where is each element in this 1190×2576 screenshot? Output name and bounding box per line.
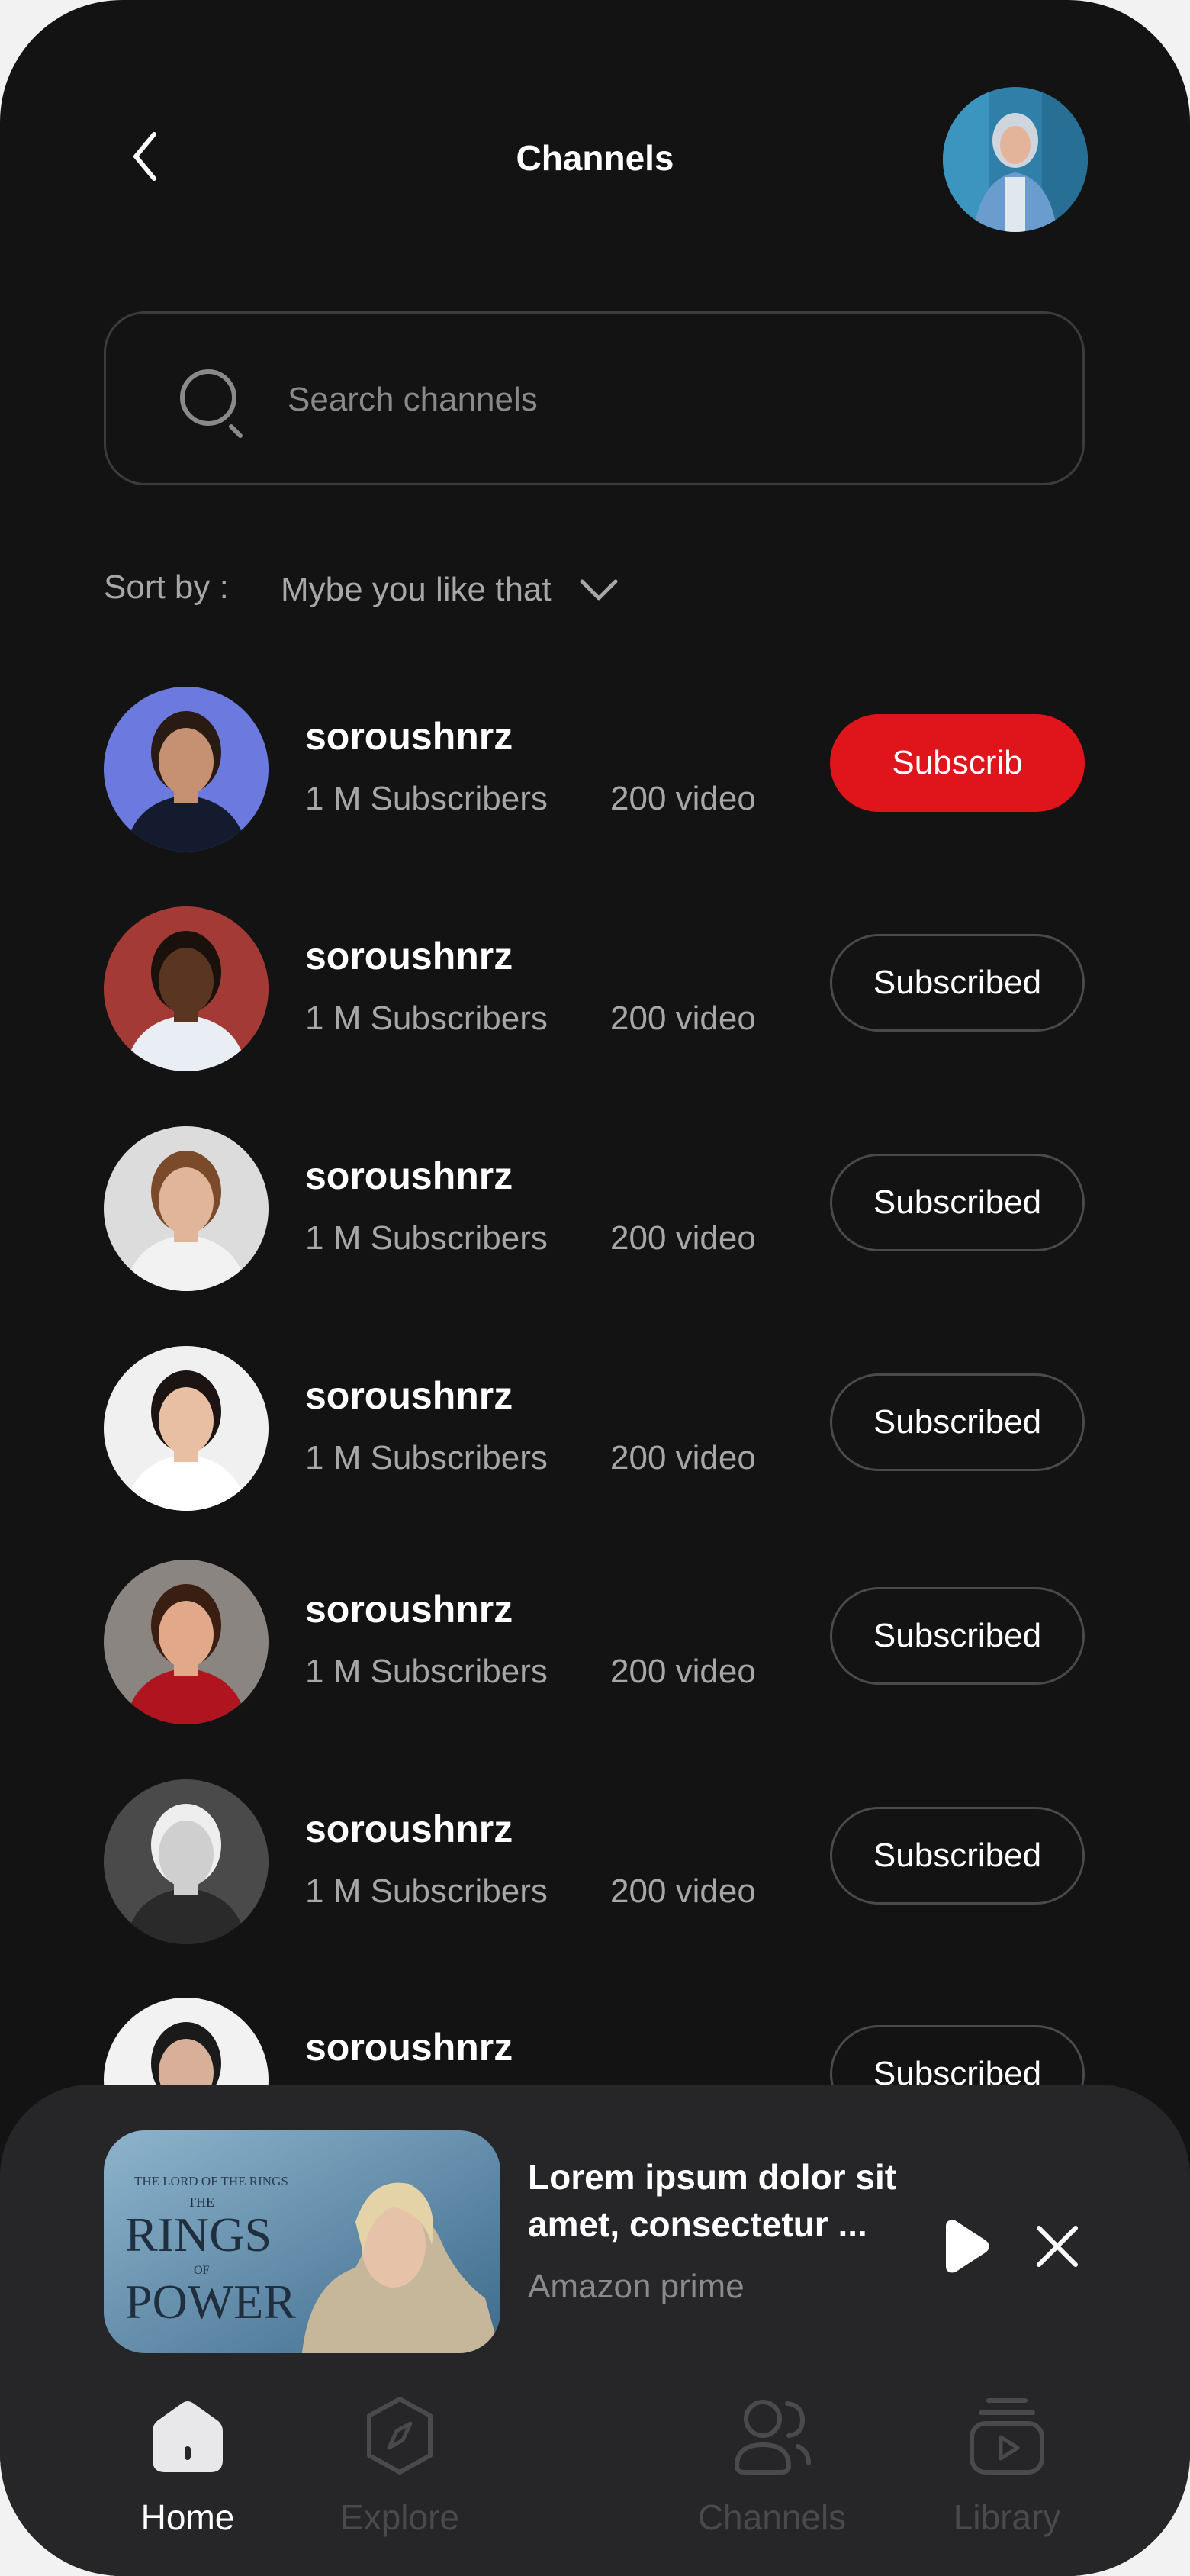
nav-channels[interactable]: Channels xyxy=(673,2390,871,2558)
nav-label: Channels xyxy=(697,2497,847,2537)
svg-text:RINGS: RINGS xyxy=(125,2207,272,2262)
subscriber-count: 1 M Subscribers xyxy=(305,1872,548,1910)
subscribed-button[interactable]: Subscribed xyxy=(830,1154,1085,1251)
nav-label: Home xyxy=(140,2497,235,2537)
svg-text:POWER: POWER xyxy=(125,2275,296,2329)
channel-avatar[interactable] xyxy=(104,1998,269,2091)
mini-player-title[interactable]: Lorem ipsum dolor sit amet, consectetur … xyxy=(528,2153,925,2248)
channel-row[interactable]: soroushnrz 1 M Subscribers 200 video Subscr… xyxy=(0,906,1190,1074)
channel-row[interactable]: soroushnrz 1 M Subscribers 200 video Subscr… xyxy=(0,1346,1190,1514)
video-count: 200 video xyxy=(610,1872,756,1910)
video-count: 200 video xyxy=(610,1219,756,1257)
channel-avatar[interactable] xyxy=(104,687,269,852)
channel-avatar[interactable] xyxy=(104,1126,269,1291)
channel-name[interactable]: soroushnrz xyxy=(305,2025,513,2069)
video-count: 200 video xyxy=(610,1653,756,1690)
subscribed-button[interactable]: Subscribed xyxy=(830,1587,1085,1685)
subscriber-count: 1 M Subscribers xyxy=(305,1439,548,1476)
close-icon[interactable] xyxy=(1028,2217,1086,2275)
channel-avatar[interactable] xyxy=(104,906,269,1071)
channel-row[interactable]: soroushnrz1 M Subscribers200 videoSubscr… xyxy=(0,1998,1190,2091)
compass-icon xyxy=(367,2397,433,2475)
nav-label: Explore xyxy=(340,2497,459,2537)
channel-name[interactable]: soroushnrz xyxy=(305,1373,513,1418)
search-icon xyxy=(180,369,243,438)
chevron-down-icon xyxy=(580,579,618,601)
nav-library[interactable]: Library xyxy=(908,2390,1106,2558)
channel-avatar[interactable] xyxy=(104,1346,269,1511)
sort-value: Mybe you like that xyxy=(281,571,552,608)
subscriber-count: 1 M Subscribers xyxy=(305,1000,548,1037)
channel-row[interactable]: soroushnrz 1 M Subscribers 200 video Subscr… xyxy=(0,687,1190,855)
subscribed-button[interactable]: Subscribed xyxy=(830,1373,1085,1471)
video-count: 200 video xyxy=(610,780,756,817)
search-input[interactable] xyxy=(286,367,1021,433)
subscriber-count: 1 M Subscribers xyxy=(305,780,548,817)
nav-label: Library xyxy=(953,2497,1061,2537)
channel-name[interactable]: soroushnrz xyxy=(305,1154,513,1198)
channel-name[interactable]: soroushnrz xyxy=(305,934,513,978)
channel-name[interactable]: soroushnrz xyxy=(305,714,513,758)
subscribed-button[interactable]: Subscribed xyxy=(830,2025,1085,2091)
subscriber-count: 1 M Subscribers xyxy=(305,1219,548,1257)
sort-label: Sort by : xyxy=(104,568,229,606)
subscribe-button[interactable]: Subscrib xyxy=(830,714,1085,812)
channel-name[interactable]: soroushnrz xyxy=(305,1807,513,1851)
nav-explore[interactable]: Explore xyxy=(301,2390,499,2558)
video-count: 200 video xyxy=(610,1439,756,1476)
channel-avatar[interactable] xyxy=(104,1560,269,1724)
bottom-panel: THE LORD OF THE RINGS THE RINGS OF POWER… xyxy=(0,2085,1190,2576)
mini-player-thumbnail[interactable]: THE LORD OF THE RINGS THE RINGS OF POWER xyxy=(104,2130,500,2353)
nav-home[interactable]: Home xyxy=(88,2390,287,2558)
library-icon xyxy=(970,2398,1044,2475)
play-icon[interactable] xyxy=(937,2217,995,2275)
channel-row[interactable]: soroushnrz 1 M Subscribers 200 video Subscr… xyxy=(0,1126,1190,1294)
search-bar[interactable] xyxy=(104,311,1085,485)
channel-row[interactable]: soroushnrz 1 M Subscribers 200 video Subscr… xyxy=(0,1779,1190,1947)
channel-row[interactable]: soroushnrz 1 M Subscribers 200 video Subscr… xyxy=(0,1560,1190,1728)
sort-dropdown[interactable]: Mybe you like that xyxy=(281,563,619,617)
users-icon xyxy=(734,2400,811,2475)
subscribed-button[interactable]: Subscribed xyxy=(830,1807,1085,1905)
mini-player-subtitle: Amazon prime xyxy=(528,2268,745,2305)
channel-name[interactable]: soroushnrz xyxy=(305,1587,513,1631)
profile-avatar[interactable] xyxy=(943,87,1088,232)
home-icon xyxy=(153,2401,223,2472)
subscribed-button[interactable]: Subscribed xyxy=(830,934,1085,1032)
app-screen: soroushnrz 1 M Subscribers 200 video Subscr… xyxy=(0,0,1190,2576)
subscriber-count: 1 M Subscribers xyxy=(305,1653,548,1690)
channel-avatar[interactable] xyxy=(104,1779,269,1944)
video-count: 200 video xyxy=(610,1000,756,1037)
svg-text:THE LORD OF THE RINGS: THE LORD OF THE RINGS xyxy=(134,2174,288,2188)
